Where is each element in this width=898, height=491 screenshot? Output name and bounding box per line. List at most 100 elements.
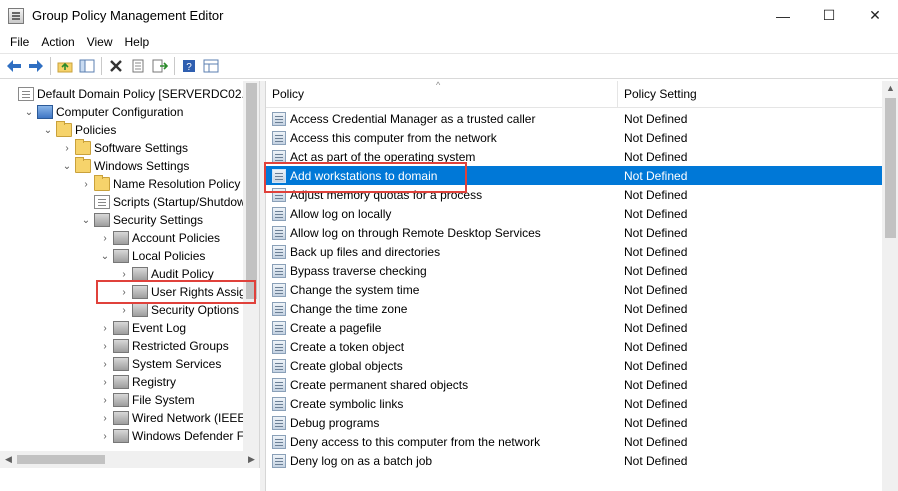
menu-action[interactable]: Action (35, 35, 80, 49)
tree-item[interactable]: › File System (99, 391, 195, 409)
collapsed-chevron-icon[interactable]: › (99, 395, 111, 406)
security-settings-icon (113, 339, 129, 353)
collapsed-chevron-icon[interactable]: › (118, 287, 130, 298)
tree-item[interactable]: › Windows Defender Fire (99, 427, 257, 445)
menu-view[interactable]: View (81, 35, 119, 49)
policy-setting-value: Not Defined (624, 301, 688, 316)
policy-row[interactable]: Create a token object Not Defined (266, 337, 882, 356)
export-list-icon[interactable] (149, 55, 171, 77)
list-vertical-scrollbar[interactable]: ▲ (882, 81, 898, 491)
tree-item[interactable]: › Event Log (99, 319, 186, 337)
properties-icon[interactable] (127, 55, 149, 77)
policy-name: Debug programs (290, 415, 380, 430)
policy-row[interactable]: Debug programs Not Defined (266, 413, 882, 432)
tree-item[interactable]: › Audit Policy (118, 265, 214, 283)
policy-row[interactable]: Access Credential Manager as a trusted c… (266, 109, 882, 128)
policy-row[interactable]: Deny log on as a batch job Not Defined (266, 451, 882, 470)
tree-item[interactable]: › Wired Network (IEEE 80 (99, 409, 259, 427)
policy-name: Bypass traverse checking (290, 263, 427, 278)
tree-horizontal-scrollbar[interactable]: ◀ ▶ (0, 451, 259, 468)
security-settings-icon (132, 303, 148, 317)
tree-item[interactable]: › Registry (99, 373, 176, 391)
tree-item[interactable]: Default Domain Policy [SERVERDC02.MAF (4, 85, 259, 103)
expanded-chevron-icon[interactable]: ⌄ (99, 251, 111, 262)
tree-vertical-scrollbar[interactable] (243, 81, 259, 451)
column-header-policy-label: Policy (272, 86, 305, 101)
collapsed-chevron-icon[interactable]: › (118, 269, 130, 280)
tree-item[interactable]: › Security Options (118, 301, 239, 319)
delete-icon[interactable] (105, 55, 127, 77)
show-hide-tree-icon[interactable] (76, 55, 98, 77)
minimize-button[interactable]: — (760, 0, 806, 31)
policy-cell: Change the system time (266, 282, 618, 297)
policy-row[interactable]: Create symbolic links Not Defined (266, 394, 882, 413)
console-tree: Default Domain Policy [SERVERDC02.MAF ⌄ Co… (0, 81, 260, 468)
policy-row[interactable]: Allow log on through Remote Desktop Serv… (266, 223, 882, 242)
policy-row[interactable]: Change the system time Not Defined (266, 280, 882, 299)
scroll-left-icon[interactable]: ◀ (0, 454, 17, 465)
policy-cell: Allow log on locally (266, 206, 618, 221)
policy-row[interactable]: Bypass traverse checking Not Defined (266, 261, 882, 280)
collapsed-chevron-icon[interactable]: › (99, 233, 111, 244)
help-icon[interactable]: ? (178, 55, 200, 77)
tree-vertical-scroll-thumb[interactable] (246, 83, 257, 299)
list-vertical-scroll-thumb[interactable] (885, 98, 896, 238)
back-arrow-icon[interactable] (3, 55, 25, 77)
collapsed-chevron-icon[interactable]: › (80, 179, 92, 190)
policy-row[interactable]: Allow log on locally Not Defined (266, 204, 882, 223)
tree-item[interactable]: ⌄ Policies (42, 121, 116, 139)
policy-row[interactable]: Back up files and directories Not Defined (266, 242, 882, 261)
collapsed-chevron-icon[interactable]: › (99, 359, 111, 370)
policy-row[interactable]: Add workstations to domain Not Defined (266, 166, 882, 185)
policy-row[interactable]: Change the time zone Not Defined (266, 299, 882, 318)
policy-item-icon (272, 149, 286, 164)
collapsed-chevron-icon[interactable]: › (99, 431, 111, 442)
extended-view-icon[interactable] (200, 55, 222, 77)
collapsed-chevron-icon[interactable]: › (99, 377, 111, 388)
policy-row[interactable]: Create global objects Not Defined (266, 356, 882, 375)
tree-item[interactable]: ⌄ Windows Settings (61, 157, 189, 175)
policy-row[interactable]: Create permanent shared objects Not Defin… (266, 375, 882, 394)
tree-item[interactable]: › Software Settings (61, 139, 188, 157)
policy-row[interactable]: Access this computer from the network Not… (266, 128, 882, 147)
column-header-policy-setting[interactable]: Policy Setting (618, 81, 697, 107)
policy-item-icon (272, 358, 286, 373)
tree-item[interactable]: › Name Resolution Policy (80, 175, 240, 193)
tree-item[interactable]: Scripts (Startup/Shutdown) (80, 193, 256, 211)
policy-item-icon (272, 320, 286, 335)
collapsed-chevron-icon[interactable]: › (99, 323, 111, 334)
tree-item[interactable]: › System Services (99, 355, 221, 373)
tree-item[interactable]: ⌄ Local Policies (99, 247, 205, 265)
tree-item[interactable]: ⌄ Computer Configuration (23, 103, 183, 121)
up-folder-icon[interactable] (54, 55, 76, 77)
close-button[interactable]: ✕ (852, 0, 898, 31)
expanded-chevron-icon[interactable]: ⌄ (42, 125, 54, 136)
policy-row[interactable]: Create a pagefile Not Defined (266, 318, 882, 337)
tree-item[interactable]: ⌄ Security Settings (80, 211, 203, 229)
tree-item[interactable]: › User Rights Assignn (118, 283, 259, 301)
menu-help[interactable]: Help (119, 35, 156, 49)
forward-arrow-icon[interactable] (25, 55, 47, 77)
tree-item[interactable]: › Restricted Groups (99, 337, 229, 355)
collapsed-chevron-icon[interactable]: › (61, 143, 73, 154)
menu-file[interactable]: File (4, 35, 35, 49)
collapsed-chevron-icon[interactable]: › (99, 413, 111, 424)
policy-row[interactable]: Act as part of the operating system Not D… (266, 147, 882, 166)
tree-horizontal-scroll-thumb[interactable] (17, 455, 105, 464)
policy-row[interactable]: Adjust memory quotas for a process Not De… (266, 185, 882, 204)
policy-cell: Create global objects (266, 358, 618, 373)
tree-item[interactable]: › Account Policies (99, 229, 220, 247)
expanded-chevron-icon[interactable]: ⌄ (61, 161, 73, 172)
policy-row[interactable]: Deny access to this computer from the ne… (266, 432, 882, 451)
column-header-policy[interactable]: ^ Policy (266, 81, 618, 107)
policy-name: Back up files and directories (290, 244, 441, 259)
expanded-chevron-icon[interactable]: ⌄ (23, 107, 35, 118)
policy-cell: Deny log on as a batch job (266, 453, 618, 468)
maximize-button[interactable]: ☐ (806, 0, 852, 31)
tree-item-label: Audit Policy (151, 267, 214, 281)
scroll-right-icon[interactable]: ▶ (243, 454, 259, 465)
collapsed-chevron-icon[interactable]: › (118, 305, 130, 316)
expanded-chevron-icon[interactable]: ⌄ (80, 215, 92, 226)
collapsed-chevron-icon[interactable]: › (99, 341, 111, 352)
scroll-up-icon[interactable]: ▲ (882, 83, 898, 93)
